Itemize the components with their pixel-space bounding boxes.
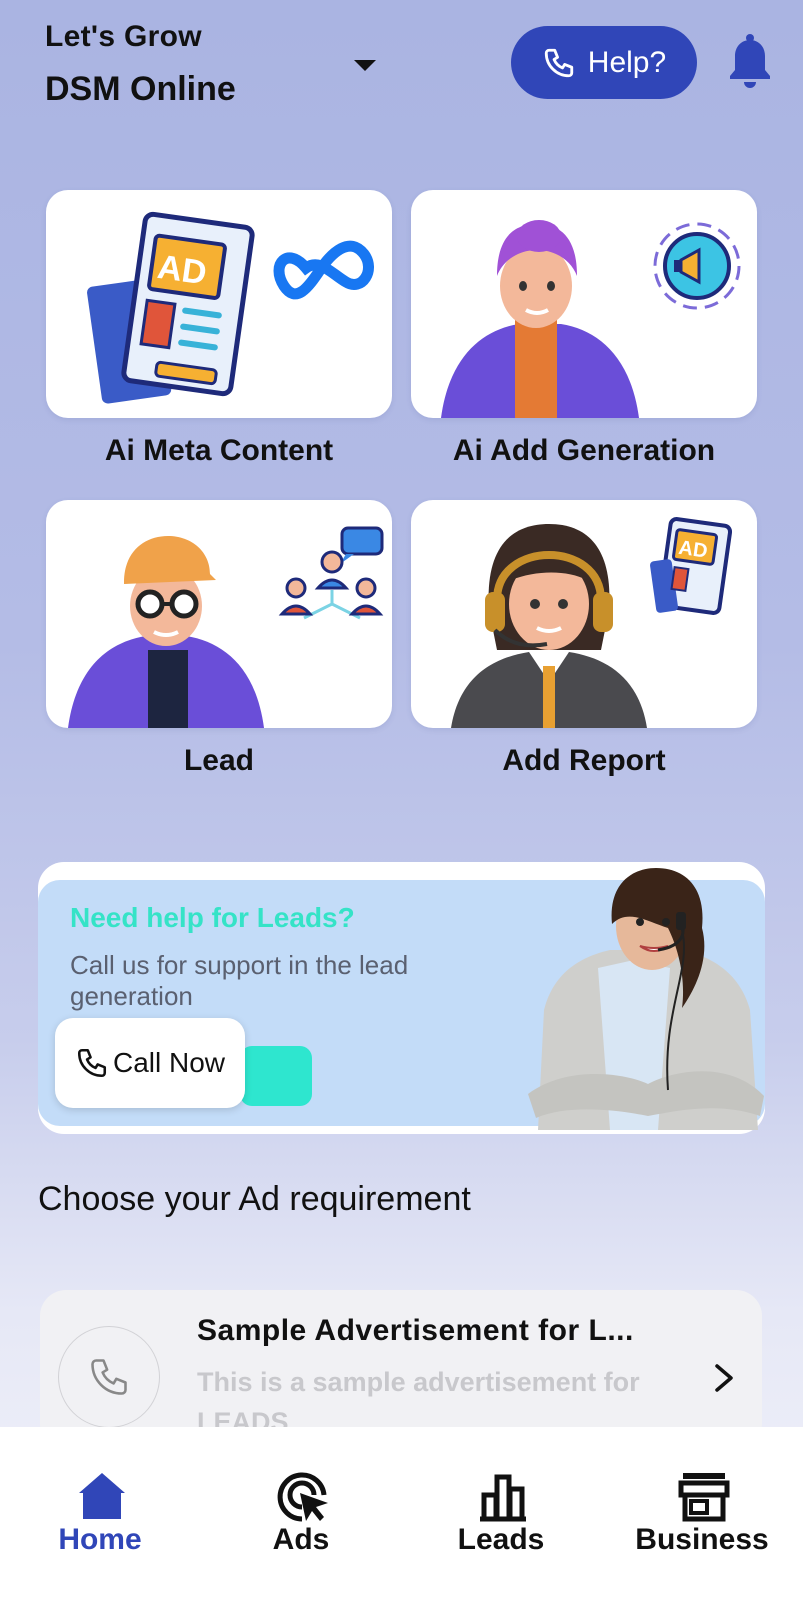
feature-card-ai-add-generation[interactable]: [411, 190, 757, 418]
feature-card-add-report[interactable]: AD: [411, 500, 757, 728]
cursor-target-icon: [277, 1472, 328, 1522]
section-title: Choose your Ad requirement: [38, 1180, 471, 1218]
ad-item-icon-container: [58, 1326, 160, 1428]
call-now-button[interactable]: Call Now: [55, 1018, 245, 1108]
phone-icon: [77, 1048, 107, 1078]
nav-ads[interactable]: Ads: [201, 1427, 401, 1600]
header-subtitle: Let's Grow: [45, 20, 202, 53]
business-name[interactable]: DSM Online: [45, 70, 236, 109]
phone-icon: [91, 1359, 127, 1395]
nav-business[interactable]: Business: [602, 1427, 802, 1600]
feature-label-ai-meta-content: Ai Meta Content: [104, 434, 334, 467]
ad-list-item[interactable]: Sample Advertisement for L... This is a …: [40, 1290, 762, 1450]
banner-text: Call us for support in the lead generati…: [70, 950, 409, 1011]
business-dropdown-icon[interactable]: [352, 56, 378, 74]
nav-label-business: Business: [635, 1523, 769, 1556]
bottom-navigation: Home Ads Leads Business: [0, 1427, 803, 1600]
banner-title: Need help for Leads?: [70, 902, 355, 933]
home-icon: [79, 1473, 125, 1519]
support-woman-image: [528, 868, 764, 1130]
help-button-label: Help?: [587, 45, 667, 79]
app-header: Let's Grow DSM Online Help?: [0, 0, 803, 150]
help-button[interactable]: Help?: [511, 26, 697, 99]
call-now-label: Call Now: [112, 1047, 226, 1078]
call-button-accent: [240, 1046, 312, 1106]
store-icon: [678, 1473, 730, 1522]
feature-label-lead: Lead: [183, 744, 255, 777]
notification-bell-icon[interactable]: [726, 32, 774, 92]
feature-card-lead[interactable]: [46, 500, 392, 728]
svg-text:AD: AD: [677, 537, 709, 563]
avatar-megaphone-illustration: [441, 220, 741, 418]
support-agent-illustration: AD: [451, 517, 733, 728]
chevron-right-icon[interactable]: [710, 1358, 738, 1398]
feature-label-add-report: Add Report: [502, 744, 666, 777]
phone-icon: [544, 48, 573, 77]
feature-label-ai-add-generation: Ai Add Generation: [452, 434, 716, 467]
nav-leads[interactable]: Leads: [401, 1427, 601, 1600]
feature-card-ai-meta-content[interactable]: AD: [46, 190, 392, 418]
nav-home[interactable]: Home: [0, 1427, 200, 1600]
nav-label-home: Home: [58, 1523, 142, 1556]
nav-label-leads: Leads: [457, 1523, 545, 1556]
svg-text:AD: AD: [155, 248, 209, 292]
nav-label-ads: Ads: [272, 1523, 330, 1556]
ad-title: Sample Advertisement for L...: [197, 1314, 634, 1347]
avatar-network-illustration: [68, 526, 384, 728]
ad-newspaper-illustration: AD: [87, 211, 374, 404]
bar-chart-icon: [480, 1474, 526, 1522]
